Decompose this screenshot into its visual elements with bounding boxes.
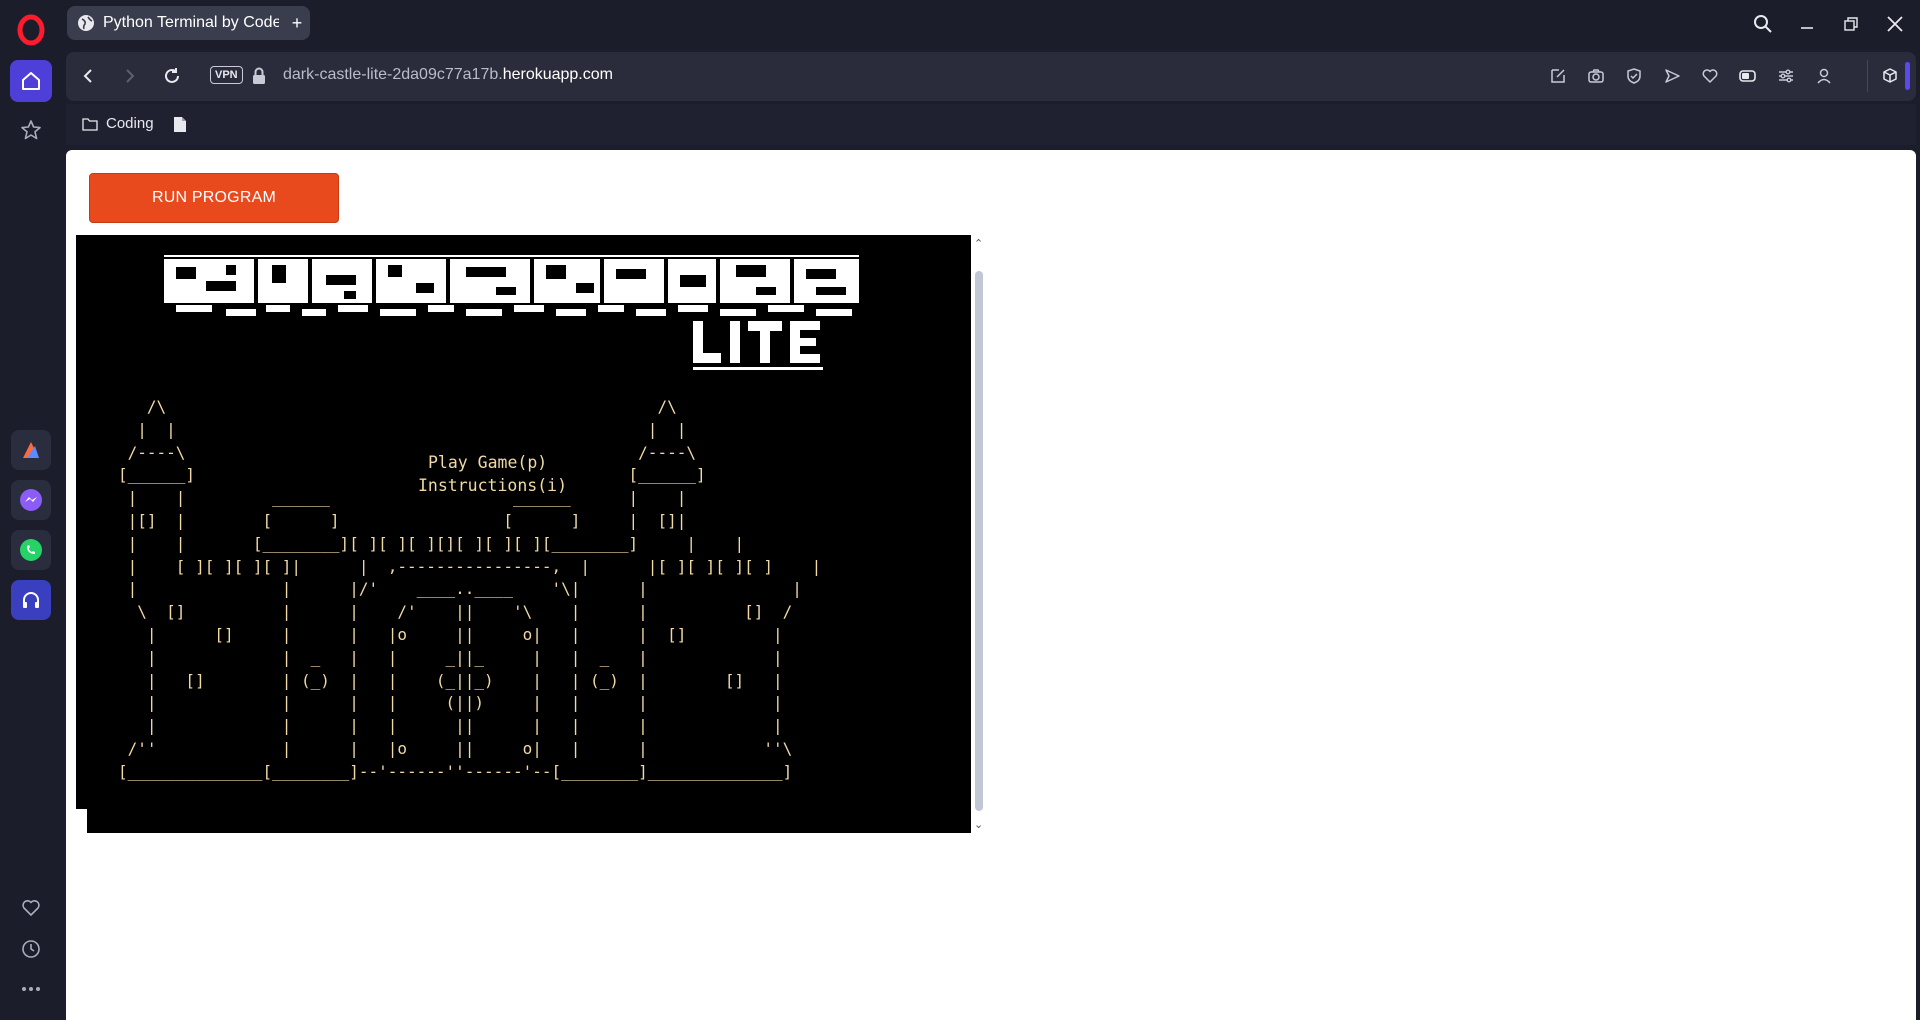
whatsapp-icon[interactable] <box>10 529 52 571</box>
more-dots-icon[interactable] <box>10 968 52 1010</box>
messenger-icon[interactable] <box>10 479 52 521</box>
bookmark-folder-coding[interactable]: Coding <box>82 115 154 132</box>
shield-icon[interactable] <box>1623 65 1645 87</box>
send-icon[interactable] <box>1661 65 1683 87</box>
new-tab-plus-icon[interactable]: + <box>286 12 308 34</box>
menu-play-game: Play Game(p) <box>428 453 548 472</box>
edit-page-icon[interactable] <box>1547 65 1569 87</box>
search-icon[interactable] <box>1747 8 1779 40</box>
battery-saver-icon[interactable] <box>1737 65 1759 87</box>
forward-icon[interactable] <box>118 64 142 88</box>
bookmark-folder-label: Coding <box>106 115 154 132</box>
extensions-cube-icon[interactable] <box>1879 65 1901 87</box>
opera-sidebar <box>0 0 61 1020</box>
heart-icon[interactable] <box>1699 65 1721 87</box>
home-icon[interactable] <box>10 60 52 102</box>
address-bar: VPN dark-castle-lite-2da09c77a17b.heroku… <box>66 52 1916 101</box>
terminal-scrollbar[interactable]: ⌃ ⌄ <box>971 235 987 833</box>
run-program-button[interactable]: RUN PROGRAM <box>89 173 339 223</box>
reload-icon[interactable] <box>160 64 184 88</box>
history-clock-icon[interactable] <box>10 928 52 970</box>
speed-dial-star-icon[interactable] <box>10 109 52 151</box>
folder-icon <box>82 117 98 131</box>
scroll-up-icon[interactable]: ⌃ <box>974 237 983 250</box>
music-player-icon[interactable] <box>10 579 52 621</box>
url-host-prefix: dark-castle-lite-2da09c77a17b. <box>283 66 503 83</box>
back-icon[interactable] <box>76 64 100 88</box>
aria-app-icon[interactable] <box>10 429 52 471</box>
tab-strip: Python Terminal by Code Institute + <box>61 0 1920 49</box>
camera-snapshot-icon[interactable] <box>1585 65 1607 87</box>
dark-castle-lite-banner <box>164 255 859 370</box>
bookmark-page-icon[interactable] <box>173 116 187 138</box>
profile-icon[interactable] <box>1813 65 1835 87</box>
vpn-badge[interactable]: VPN <box>210 66 243 84</box>
terminal-output[interactable]: /\ /\ | | | | /----\ /----\ [______] [__… <box>76 235 971 833</box>
opera-logo-icon[interactable] <box>16 14 46 46</box>
scrollbar-thumb[interactable] <box>975 271 983 811</box>
tab-python-terminal[interactable]: Python Terminal by Code Institute <box>67 6 310 40</box>
favorites-heart-icon[interactable] <box>10 887 52 929</box>
url-field[interactable]: dark-castle-lite-2da09c77a17b.herokuapp.… <box>283 66 613 84</box>
toolbar-separator <box>1867 60 1868 92</box>
web-page: RUN PROGRAM /\ /\ | | | | /----\ /----\ … <box>66 150 1916 1020</box>
sidebar-accent-bar <box>1905 62 1910 90</box>
globe-icon <box>78 15 94 31</box>
restore-icon[interactable] <box>1835 8 1867 40</box>
close-icon[interactable] <box>1879 8 1911 40</box>
url-host-domain: herokuapp.com <box>502 66 613 83</box>
tab-title: Python Terminal by Code Institute <box>103 14 279 31</box>
terminal-bottom-gap <box>76 809 87 833</box>
menu-instructions: Instructions(i) <box>418 476 568 495</box>
easy-setup-icon[interactable] <box>1775 65 1797 87</box>
minimize-icon[interactable] <box>1791 8 1823 40</box>
lock-icon[interactable] <box>252 67 266 85</box>
bookmarks-bar: Coding <box>66 104 1916 145</box>
scroll-down-icon[interactable]: ⌄ <box>974 818 983 831</box>
